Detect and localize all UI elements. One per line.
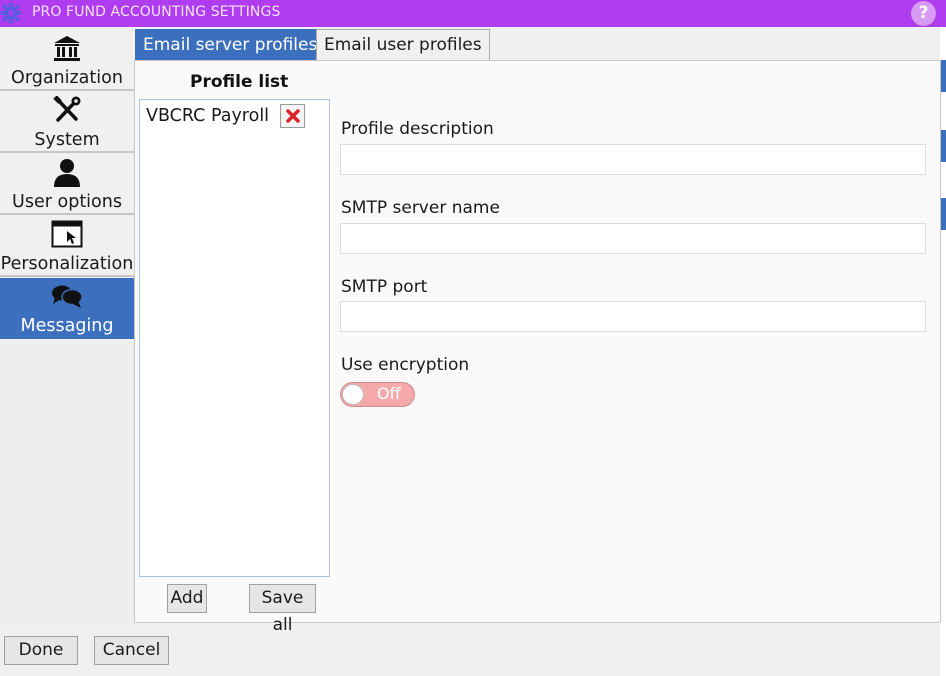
smtp-server-label: SMTP server name <box>341 198 500 218</box>
tab-email-server-profiles[interactable]: Email server profiles <box>135 29 326 60</box>
settings-window: PRO FUND ACCOUNTING SETTINGS ? Organizat… <box>0 0 946 676</box>
sidebar-item-personalization[interactable]: Personalization <box>0 216 134 277</box>
profile-list[interactable] <box>139 99 330 577</box>
profile-description-input[interactable] <box>340 144 926 175</box>
gear-icon <box>0 2 22 24</box>
title-bar: PRO FUND ACCOUNTING SETTINGS ? <box>0 0 946 27</box>
chat-bubbles-icon <box>52 285 83 308</box>
sidebar-item-messaging[interactable]: Messaging <box>0 278 134 339</box>
help-button[interactable]: ? <box>911 1 936 26</box>
sidebar: Organization System User options Persona… <box>0 27 134 623</box>
tab-email-user-profiles[interactable]: Email user profiles <box>316 29 490 60</box>
sidebar-item-user-options[interactable]: User options <box>0 154 134 215</box>
sidebar-item-label: Personalization <box>0 254 134 274</box>
window-title: PRO FUND ACCOUNTING SETTINGS <box>32 4 281 20</box>
encryption-toggle[interactable]: Off <box>340 382 415 407</box>
toggle-state-label: Off <box>377 384 401 403</box>
profile-list-title: Profile list <box>190 72 289 92</box>
sidebar-item-label: System <box>34 130 100 150</box>
sidebar-item-system[interactable]: System <box>0 92 134 153</box>
toggle-knob <box>342 384 364 405</box>
close-icon <box>285 109 300 123</box>
done-button[interactable]: Done <box>4 636 78 665</box>
bank-icon <box>54 35 80 61</box>
cancel-button[interactable]: Cancel <box>94 636 169 665</box>
window-cursor-icon <box>51 220 83 248</box>
smtp-server-input[interactable] <box>340 223 926 254</box>
sidebar-item-label: User options <box>12 192 122 212</box>
sidebar-item-organization[interactable]: Organization <box>0 30 134 91</box>
use-encryption-label: Use encryption <box>341 355 470 375</box>
smtp-port-label: SMTP port <box>341 277 428 297</box>
tools-icon <box>53 96 81 122</box>
profile-description-label: Profile description <box>341 119 494 139</box>
add-profile-button[interactable]: Add <box>167 584 207 613</box>
save-all-button[interactable]: Save all <box>249 584 316 635</box>
sidebar-item-label: Messaging <box>20 316 114 336</box>
list-item[interactable]: VBCRC Payroll <box>146 106 269 126</box>
smtp-port-input[interactable] <box>340 301 926 332</box>
delete-profile-button[interactable] <box>280 104 305 128</box>
user-icon <box>54 159 80 187</box>
sidebar-item-label: Organization <box>11 68 123 88</box>
